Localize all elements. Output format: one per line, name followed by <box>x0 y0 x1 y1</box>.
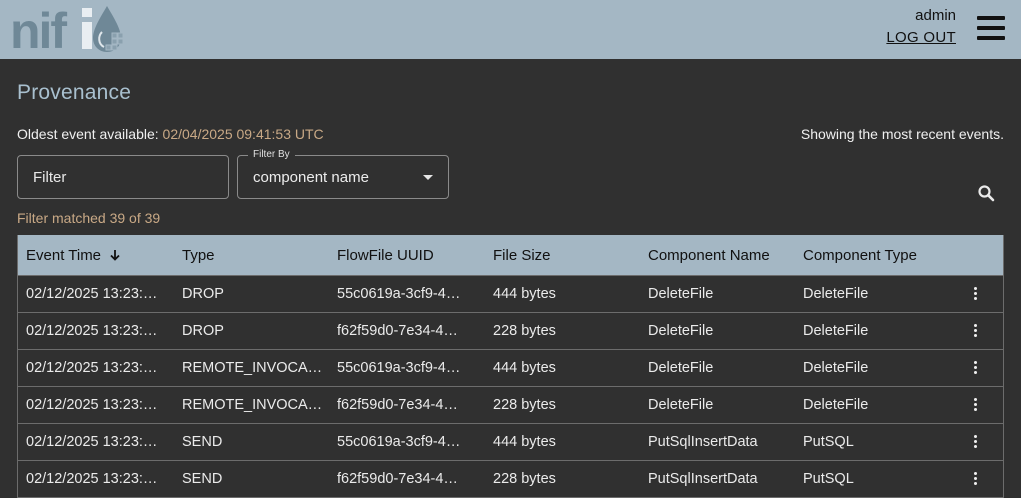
filter-by-value: component name <box>253 169 369 186</box>
component-type-cell: PutSQL <box>803 434 854 450</box>
flowfile-uuid-cell: f62f59d0-7e34-4… <box>337 323 458 339</box>
search-icon[interactable] <box>977 184 995 202</box>
type-cell: REMOTE_INVOCA… <box>182 397 323 413</box>
row-actions <box>950 461 1003 497</box>
caret-down-icon <box>423 175 433 180</box>
provenance-table: Event Time Type FlowFile UUID File Size … <box>17 235 1004 498</box>
app-header: nif admin LOG OUT <box>0 0 1021 59</box>
oldest-event-label: Oldest event available: <box>17 126 159 142</box>
table-body: 02/12/2025 13:23:… DROP 55c0619a-3cf9-4… 44… <box>18 276 1003 498</box>
more-vert-icon[interactable] <box>974 361 978 375</box>
file-size-cell: 228 bytes <box>493 397 556 413</box>
table-row[interactable]: 02/12/2025 13:23:… REMOTE_INVOCA… f62f59d0… <box>18 387 1003 424</box>
row-actions <box>950 313 1003 349</box>
nifi-logo[interactable]: nif <box>10 2 130 54</box>
table-header: Event Time Type FlowFile UUID File Size … <box>18 235 1003 276</box>
component-name-cell: PutSqlInsertData <box>648 434 758 450</box>
file-size-cell: 228 bytes <box>493 323 556 339</box>
flowfile-uuid-cell: 55c0619a-3cf9-4… <box>337 434 461 450</box>
event-time-cell: 02/12/2025 13:23:… <box>26 286 158 302</box>
file-size-cell: 444 bytes <box>493 434 556 450</box>
more-vert-icon[interactable] <box>974 398 978 412</box>
type-cell: DROP <box>182 286 224 302</box>
component-type-cell: DeleteFile <box>803 286 869 302</box>
file-size-cell: 444 bytes <box>493 360 556 376</box>
flowfile-uuid-cell: 55c0619a-3cf9-4… <box>337 286 461 302</box>
table-row[interactable]: 02/12/2025 13:23:… SEND 55c0619a-3cf9-4… 44… <box>18 424 1003 461</box>
flowfile-uuid-cell: 55c0619a-3cf9-4… <box>337 360 461 376</box>
more-vert-icon[interactable] <box>974 472 978 486</box>
logout-link[interactable]: LOG OUT <box>886 29 956 46</box>
more-vert-icon[interactable] <box>974 435 978 449</box>
column-header-flowfile-uuid[interactable]: FlowFile UUID <box>329 247 485 264</box>
more-vert-icon[interactable] <box>974 324 978 338</box>
event-time-cell: 02/12/2025 13:23:… <box>26 434 158 450</box>
type-cell: SEND <box>182 471 223 487</box>
filter-input[interactable] <box>17 155 229 199</box>
component-name-cell: DeleteFile <box>648 360 714 376</box>
table-row[interactable]: 02/12/2025 13:23:… REMOTE_INVOCA… 55c0619a… <box>18 350 1003 387</box>
component-name-cell: PutSqlInsertData <box>648 471 758 487</box>
hamburger-menu-icon[interactable] <box>977 16 1005 40</box>
oldest-event: Oldest event available: 02/04/2025 09:41… <box>17 126 324 142</box>
flowfile-uuid-cell: f62f59d0-7e34-4… <box>337 397 458 413</box>
column-header-actions <box>950 235 1003 275</box>
component-type-cell: DeleteFile <box>803 360 869 376</box>
more-vert-icon[interactable] <box>974 287 978 301</box>
type-cell: SEND <box>182 434 223 450</box>
table-row[interactable]: 02/12/2025 13:23:… DROP 55c0619a-3cf9-4… 44… <box>18 276 1003 313</box>
row-actions <box>950 424 1003 460</box>
page-title: Provenance <box>17 81 132 104</box>
event-time-cell: 02/12/2025 13:23:… <box>26 360 158 376</box>
component-name-cell: DeleteFile <box>648 286 714 302</box>
column-header-component-name[interactable]: Component Name <box>640 247 795 264</box>
table-row[interactable]: 02/12/2025 13:23:… DROP f62f59d0-7e34-4… 22… <box>18 313 1003 350</box>
component-type-cell: PutSQL <box>803 471 854 487</box>
column-header-event-time[interactable]: Event Time <box>18 247 174 264</box>
column-header-file-size[interactable]: File Size <box>485 247 640 264</box>
current-user: admin <box>915 7 956 24</box>
event-time-cell: 02/12/2025 13:23:… <box>26 323 158 339</box>
column-header-component-type[interactable]: Component Type <box>795 247 950 264</box>
component-type-cell: DeleteFile <box>803 397 869 413</box>
type-cell: REMOTE_INVOCA… <box>182 360 323 376</box>
component-name-cell: DeleteFile <box>648 323 714 339</box>
file-size-cell: 228 bytes <box>493 471 556 487</box>
oldest-event-value: 02/04/2025 09:41:53 UTC <box>162 126 324 142</box>
filter-by-select[interactable]: Filter By component name <box>237 149 449 199</box>
filter-match-count: Filter matched 39 of 39 <box>17 210 161 226</box>
row-actions <box>950 350 1003 386</box>
sort-descending-icon <box>110 249 120 261</box>
filter-by-label: Filter By <box>248 149 295 160</box>
event-time-cell: 02/12/2025 13:23:… <box>26 471 158 487</box>
flowfile-uuid-cell: f62f59d0-7e34-4… <box>337 471 458 487</box>
table-row[interactable]: 02/12/2025 13:23:… SEND f62f59d0-7e34-4… 22… <box>18 461 1003 498</box>
row-actions <box>950 387 1003 423</box>
svg-text:nif: nif <box>10 3 67 54</box>
row-actions <box>950 276 1003 312</box>
component-type-cell: DeleteFile <box>803 323 869 339</box>
showing-status: Showing the most recent events. <box>800 126 1004 142</box>
type-cell: DROP <box>182 323 224 339</box>
file-size-cell: 444 bytes <box>493 286 556 302</box>
event-time-cell: 02/12/2025 13:23:… <box>26 397 158 413</box>
component-name-cell: DeleteFile <box>648 397 714 413</box>
column-header-type[interactable]: Type <box>174 247 329 264</box>
